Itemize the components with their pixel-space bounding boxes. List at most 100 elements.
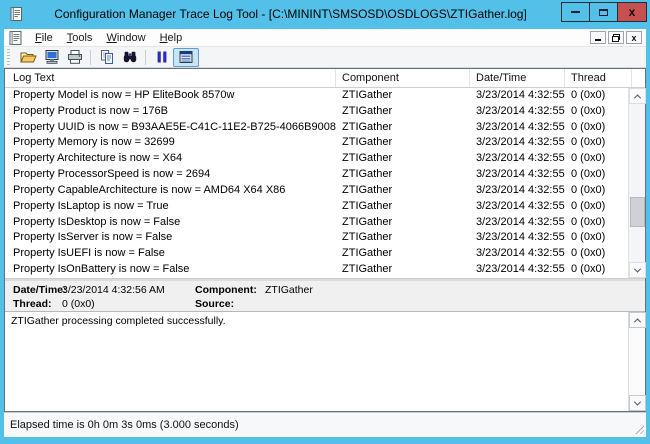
log-view: Log Text Component Date/Time Thread Prop… (4, 68, 646, 412)
detail-thread-label: Thread: (13, 298, 52, 310)
detail-component-value: ZTIGather (265, 284, 313, 296)
log-cell-log_text: Property IsOnBattery is now = False (5, 262, 336, 278)
minimize-icon (571, 11, 580, 13)
copy-icon (99, 49, 115, 65)
status-bar: Elapsed time is 0h 0m 3s 0ms (3.000 seco… (4, 412, 646, 437)
log-cell-component: ZTIGather (336, 199, 470, 215)
log-cell-thread: 0 (0x0) (565, 120, 628, 136)
resize-grip-icon[interactable] (634, 424, 644, 434)
copy-button[interactable] (95, 48, 118, 67)
chevron-up-icon (634, 318, 641, 325)
menu-item-file[interactable]: File (28, 30, 60, 47)
log-cell-thread: 0 (0x0) (565, 199, 628, 215)
close-button[interactable]: x (617, 2, 647, 22)
log-row[interactable]: Property Architecture is now = X64ZTIGat… (5, 151, 628, 167)
mdi-minimize-button[interactable] (590, 31, 606, 44)
log-cell-component: ZTIGather (336, 246, 470, 262)
log-rows: Property Model is now = HP EliteBook 857… (5, 88, 628, 278)
column-header-filler (632, 69, 645, 87)
column-header-thread[interactable]: Thread (565, 69, 632, 87)
menu-items: FileToolsWindowHelp (28, 28, 189, 47)
message-vertical-scrollbar[interactable] (628, 312, 645, 411)
log-cell-component: ZTIGather (336, 167, 470, 183)
log-row[interactable]: Property IsOnBattery is now = FalseZTIGa… (5, 262, 628, 278)
find-button[interactable] (118, 48, 141, 67)
log-cell-datetime: 3/23/2014 4:32:55 AM (470, 120, 565, 136)
column-header-datetime[interactable]: Date/Time (470, 69, 565, 87)
title-bar[interactable]: Configuration Manager Trace Log Tool - [… (0, 0, 650, 29)
log-row[interactable]: Property Model is now = HP EliteBook 857… (5, 88, 628, 104)
log-cell-log_text: Property Architecture is now = X64 (5, 151, 336, 167)
log-cell-thread: 0 (0x0) (565, 215, 628, 231)
mdi-close-button[interactable]: x (626, 31, 642, 44)
log-row[interactable]: Property IsLaptop is now = TrueZTIGather… (5, 199, 628, 215)
log-row[interactable]: Property Product is now = 176BZTIGather3… (5, 104, 628, 120)
detail-datetime-value: 3/23/2014 4:32:56 AM (62, 284, 165, 296)
app-logo-icon[interactable] (8, 6, 24, 22)
log-cell-datetime: 3/23/2014 4:32:55 AM (470, 88, 565, 104)
window-body: FileToolsWindowHelp x (4, 29, 646, 437)
log-cell-thread: 0 (0x0) (565, 230, 628, 246)
pause-button[interactable] (150, 48, 173, 67)
message-box[interactable]: ZTIGather processing completed successfu… (5, 311, 645, 411)
log-cell-component: ZTIGather (336, 120, 470, 136)
log-row[interactable]: Property IsUEFI is now = FalseZTIGather3… (5, 246, 628, 262)
log-list: Property Model is now = HP EliteBook 857… (5, 88, 645, 278)
print-button[interactable] (63, 48, 86, 67)
menu-item-window[interactable]: Window (99, 30, 152, 47)
log-cell-datetime: 3/23/2014 4:32:55 AM (470, 230, 565, 246)
scroll-down-button[interactable] (629, 262, 646, 278)
log-cell-log_text: Property ProcessorSpeed is now = 2694 (5, 167, 336, 183)
log-cell-thread: 0 (0x0) (565, 262, 628, 278)
detail-source-label: Source: (195, 298, 234, 310)
caption-buttons: x (562, 2, 647, 22)
mdi-restore-button[interactable] (608, 31, 624, 44)
log-cell-component: ZTIGather (336, 104, 470, 120)
toolbar (4, 47, 646, 68)
menu-bar: FileToolsWindowHelp x (4, 29, 646, 47)
scroll-up-button[interactable] (629, 88, 646, 104)
scroll-up-button[interactable] (629, 312, 646, 328)
log-cell-datetime: 3/23/2014 4:32:55 AM (470, 246, 565, 262)
column-header-log-text[interactable]: Log Text (5, 69, 336, 87)
maximize-button[interactable] (589, 2, 618, 22)
log-row[interactable]: Property ProcessorSpeed is now = 2694ZTI… (5, 167, 628, 183)
log-cell-component: ZTIGather (336, 88, 470, 104)
app-window: Configuration Manager Trace Log Tool - [… (0, 0, 650, 444)
detail-pane-toggle-button[interactable] (173, 48, 199, 67)
mdi-restore-icon (612, 34, 620, 42)
open-button[interactable] (17, 48, 40, 67)
log-row[interactable]: Property Memory is now = 32699ZTIGather3… (5, 135, 628, 151)
log-cell-component: ZTIGather (336, 151, 470, 167)
log-cell-component: ZTIGather (336, 183, 470, 199)
toolbar-grip[interactable] (7, 49, 10, 65)
log-row[interactable]: Property UUID is now = B93AAE5E-C41C-11E… (5, 120, 628, 136)
minimize-button[interactable] (561, 2, 590, 22)
menu-item-help[interactable]: Help (153, 30, 190, 47)
log-cell-datetime: 3/23/2014 4:32:55 AM (470, 262, 565, 278)
log-cell-thread: 0 (0x0) (565, 183, 628, 199)
log-cell-log_text: Property Model is now = HP EliteBook 857… (5, 88, 336, 104)
log-row[interactable]: Property CapableArchitecture is now = AM… (5, 183, 628, 199)
log-cell-log_text: Property IsDesktop is now = False (5, 215, 336, 231)
chevron-down-icon (634, 265, 641, 272)
log-cell-thread: 0 (0x0) (565, 151, 628, 167)
log-cell-thread: 0 (0x0) (565, 104, 628, 120)
scrollbar-thumb[interactable] (630, 197, 645, 227)
log-cell-datetime: 3/23/2014 4:32:55 AM (470, 135, 565, 151)
list-vertical-scrollbar[interactable] (628, 88, 645, 278)
log-row[interactable]: Property IsServer is now = FalseZTIGathe… (5, 230, 628, 246)
open-remote-button[interactable] (40, 48, 63, 67)
menu-item-tools[interactable]: Tools (60, 30, 100, 47)
log-cell-datetime: 3/23/2014 4:32:55 AM (470, 183, 565, 199)
document-icon[interactable] (9, 31, 22, 45)
log-cell-datetime: 3/23/2014 4:32:55 AM (470, 151, 565, 167)
scroll-down-button[interactable] (629, 395, 646, 411)
log-cell-log_text: Property IsServer is now = False (5, 230, 336, 246)
column-header-component[interactable]: Component (336, 69, 470, 87)
log-cell-thread: 0 (0x0) (565, 88, 628, 104)
chevron-down-icon (634, 398, 641, 405)
log-cell-log_text: Property Product is now = 176B (5, 104, 336, 120)
detail-datetime-label: Date/Time: (13, 284, 67, 296)
log-row[interactable]: Property IsDesktop is now = FalseZTIGath… (5, 215, 628, 231)
